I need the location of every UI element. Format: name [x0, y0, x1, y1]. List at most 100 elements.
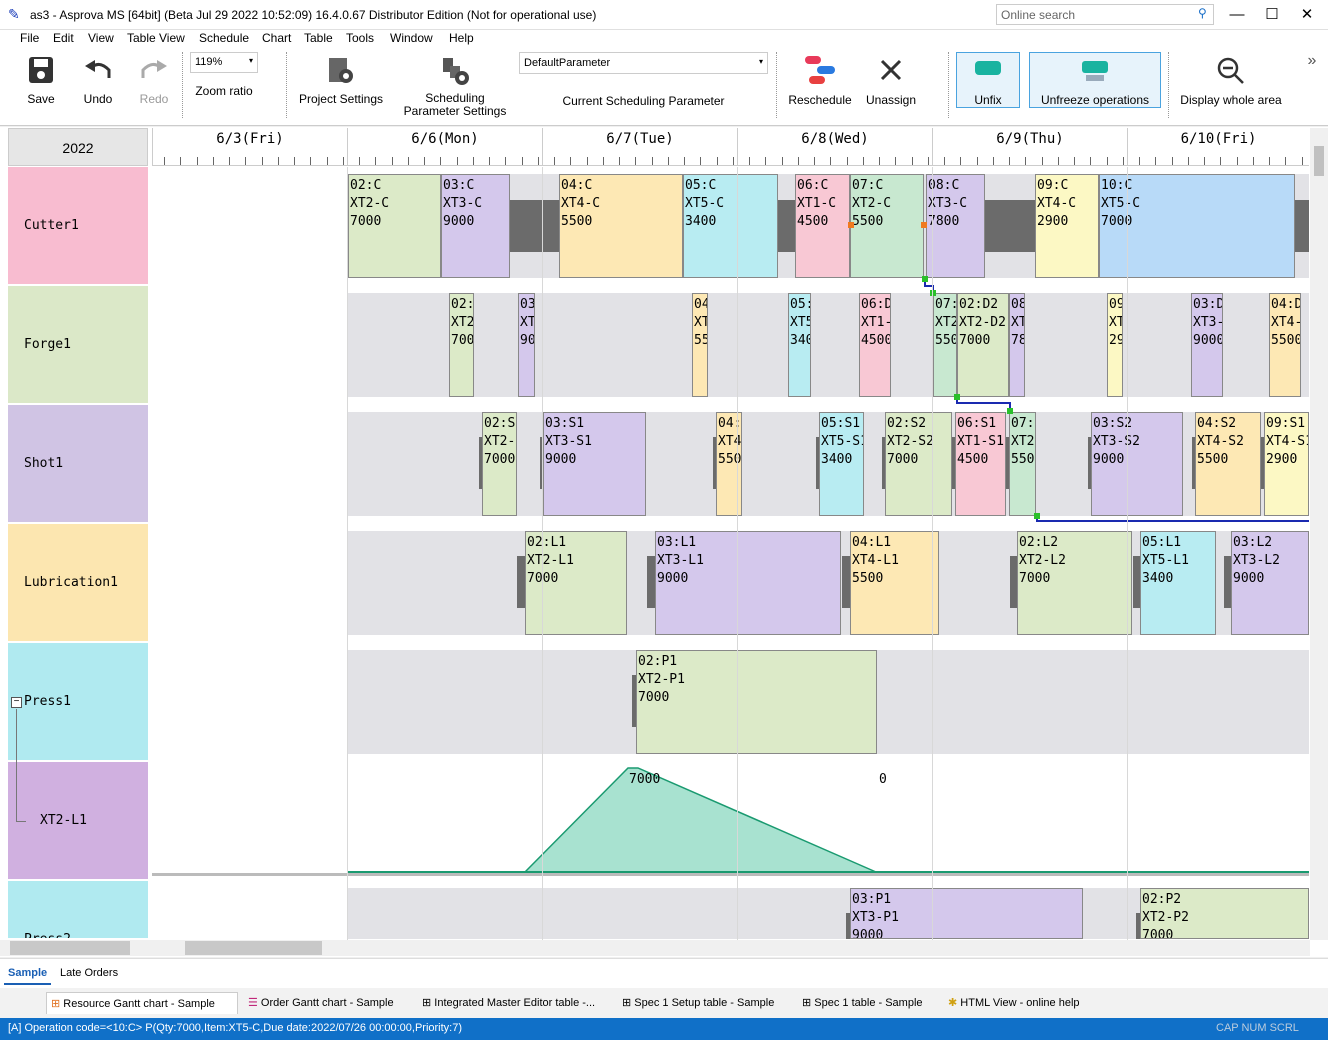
menu-window[interactable]: Window — [390, 31, 433, 45]
search-icon[interactable]: ⚲ — [1198, 6, 1207, 20]
day-gridline — [1127, 167, 1128, 940]
operation-bar[interactable]: 03:C XT3-C 9000 — [441, 174, 510, 278]
tick-mark — [294, 157, 295, 165]
resize-handle[interactable] — [848, 222, 854, 228]
undo-button[interactable]: Undo — [76, 56, 120, 106]
operation-bar[interactable]: 02:C XT2-C 7000 — [348, 174, 441, 278]
reschedule-label: Reschedule — [788, 93, 852, 107]
inventory-chart — [348, 767, 1309, 873]
resource-xt2-l1[interactable]: XT2-L1 — [8, 762, 148, 880]
left-scroll-thumb[interactable] — [10, 941, 130, 955]
save-icon — [29, 57, 53, 83]
resource-lubrication1[interactable]: Lubrication1 — [8, 524, 148, 642]
tab-spec1-table[interactable]: ⊞ Spec 1 table - Sample — [798, 992, 927, 1014]
save-button[interactable]: Save — [18, 56, 64, 106]
tab-html-view[interactable]: ✱ HTML View - online help — [944, 992, 1084, 1014]
reschedule-button[interactable]: Reschedule — [786, 54, 854, 107]
tab-late-orders[interactable]: Late Orders — [60, 967, 118, 979]
display-whole-area-button[interactable]: Display whole area — [1178, 56, 1284, 107]
operation-bar[interactable]: 10:C XT5-C 7000 — [1099, 174, 1295, 278]
unassign-button[interactable]: Unassign — [862, 56, 920, 107]
operation-bar[interactable]: 02:P2 XT2-P2 7000 — [1140, 888, 1309, 939]
resource-press2[interactable]: Press2 — [8, 881, 148, 939]
operation-bar[interactable]: 08:C XT3-C 7800 — [926, 174, 985, 278]
menu-edit[interactable]: Edit — [53, 31, 74, 45]
operation-bar[interactable]: 09:C XT4-C 2900 — [1035, 174, 1099, 278]
operation-bar[interactable]: 04:S1 XT4-S1 5500 — [716, 412, 742, 516]
operation-bar[interactable]: 02:S1 XT2-S1 7000 — [482, 412, 517, 516]
resource-press1[interactable]: Press1 — [8, 643, 148, 761]
operation-bar[interactable]: 03:L2 XT3-L2 9000 — [1231, 531, 1309, 635]
unfix-button[interactable]: Unfix — [956, 52, 1020, 108]
menu-tools[interactable]: Tools — [346, 31, 374, 45]
menu-table[interactable]: Table — [304, 31, 333, 45]
redo-button[interactable]: Redo — [132, 56, 176, 106]
menu-view[interactable]: View — [88, 31, 114, 45]
tick-mark — [212, 157, 214, 165]
tab-spec1-setup[interactable]: ⊞ Spec 1 Setup table - Sample — [618, 992, 778, 1014]
operation-bar[interactable]: 02:D1 XT2-D1 7000 — [449, 293, 474, 397]
online-search-input[interactable]: Online search — [996, 4, 1214, 25]
operation-bar[interactable]: 03:P1 XT3-P1 9000 — [850, 888, 1083, 939]
tick-mark — [456, 157, 458, 165]
horizontal-scrollbar[interactable] — [0, 940, 1310, 956]
tick-mark — [797, 157, 799, 165]
menu-chart[interactable]: Chart — [262, 31, 291, 45]
project-settings-button[interactable]: Project Settings — [298, 56, 384, 106]
operation-bar[interactable]: 04:C XT4-C 5500 — [559, 174, 683, 278]
resource-cutter1[interactable]: Cutter1 — [8, 167, 148, 285]
menu-help[interactable]: Help — [449, 31, 474, 45]
operation-bar[interactable]: 05:C XT5-C 3400 — [683, 174, 778, 278]
operation-bar[interactable]: 02:L1 XT2-L1 7000 — [525, 531, 627, 635]
operation-bar-selected[interactable]: 07:C XT2-C 5500 — [850, 174, 924, 278]
tick-mark — [196, 157, 198, 165]
tree-line — [16, 821, 26, 822]
resource-forge1[interactable]: Forge1 — [8, 286, 148, 404]
scheduling-parameter-settings-button[interactable]: Scheduling Parameter Settings — [396, 56, 514, 118]
tick-mark — [1301, 157, 1303, 165]
menu-table-view[interactable]: Table View — [127, 31, 185, 45]
keyboard-status: CAP NUM SCRL — [1216, 1022, 1299, 1034]
tick-mark — [570, 157, 572, 165]
tab-sample[interactable]: Sample — [4, 963, 52, 985]
zoom-ratio-select[interactable]: 119% ▾ — [190, 52, 258, 73]
operation-bar[interactable]: 03:L1 XT3-L1 9000 — [655, 531, 841, 635]
close-button[interactable]: ✕ — [1292, 4, 1322, 26]
tab-integrated-master[interactable]: ⊞ Integrated Master Editor table -... — [418, 992, 599, 1014]
toolbar-separator — [948, 52, 950, 118]
operation-bar[interactable]: 03:S1 XT3-S1 9000 — [543, 412, 646, 516]
gantt-scroll-thumb[interactable] — [185, 941, 322, 955]
tab-resource-gantt[interactable]: ⊞ Resource Gantt chart - Sample — [46, 992, 238, 1014]
operation-bar[interactable]: 05:L1 XT5-L1 3400 — [1140, 531, 1216, 635]
resize-handle[interactable] — [921, 222, 927, 228]
vertical-scrollbar[interactable] — [1310, 128, 1328, 940]
maximize-button[interactable]: ☐ — [1257, 4, 1287, 26]
operation-bar[interactable]: 06:D1 XT1-D1 4500 — [859, 293, 891, 397]
operation-bar[interactable]: 04:D1 XT4-D1 5500 — [692, 293, 708, 397]
menu-schedule[interactable]: Schedule — [199, 31, 249, 45]
tick-mark — [976, 157, 978, 165]
tab-order-gantt[interactable]: ☰ Order Gantt chart - Sample — [244, 992, 398, 1014]
tick-mark — [765, 157, 767, 165]
toolbar-overflow-button[interactable]: » — [1302, 52, 1322, 70]
operation-bar[interactable]: 02:L2 XT2-L2 7000 — [1017, 531, 1132, 635]
resource-shot1[interactable]: Shot1 — [8, 405, 148, 523]
current-parameter-select[interactable]: DefaultParameter ▾ — [519, 52, 768, 74]
setup-block — [842, 556, 850, 608]
tick-mark — [1252, 157, 1254, 165]
operation-bar[interactable]: 03:D1 XT3-D1 9000 — [518, 293, 535, 397]
collapse-icon[interactable]: − — [11, 697, 22, 708]
tick-mark — [277, 157, 279, 165]
operation-bar[interactable]: 05:S1 XT5-S1 3400 — [819, 412, 864, 516]
operation-bar[interactable]: 02:P1 XT2-P1 7000 — [636, 650, 877, 754]
tick-mark — [440, 157, 442, 165]
unfreeze-operations-button[interactable]: Unfreeze operations — [1029, 52, 1161, 108]
operation-bar[interactable]: 06:C XT1-C 4500 — [795, 174, 850, 278]
menu-file[interactable]: File — [20, 31, 39, 45]
operation-bar[interactable]: 05:D1 XT5-D1 3400 — [788, 293, 811, 397]
scroll-thumb[interactable] — [1314, 146, 1324, 176]
tick-mark — [700, 157, 702, 165]
tick-mark — [1204, 157, 1205, 165]
operation-bar[interactable]: 04:L1 XT4-L1 5500 — [850, 531, 939, 635]
minimize-button[interactable]: — — [1222, 4, 1252, 26]
